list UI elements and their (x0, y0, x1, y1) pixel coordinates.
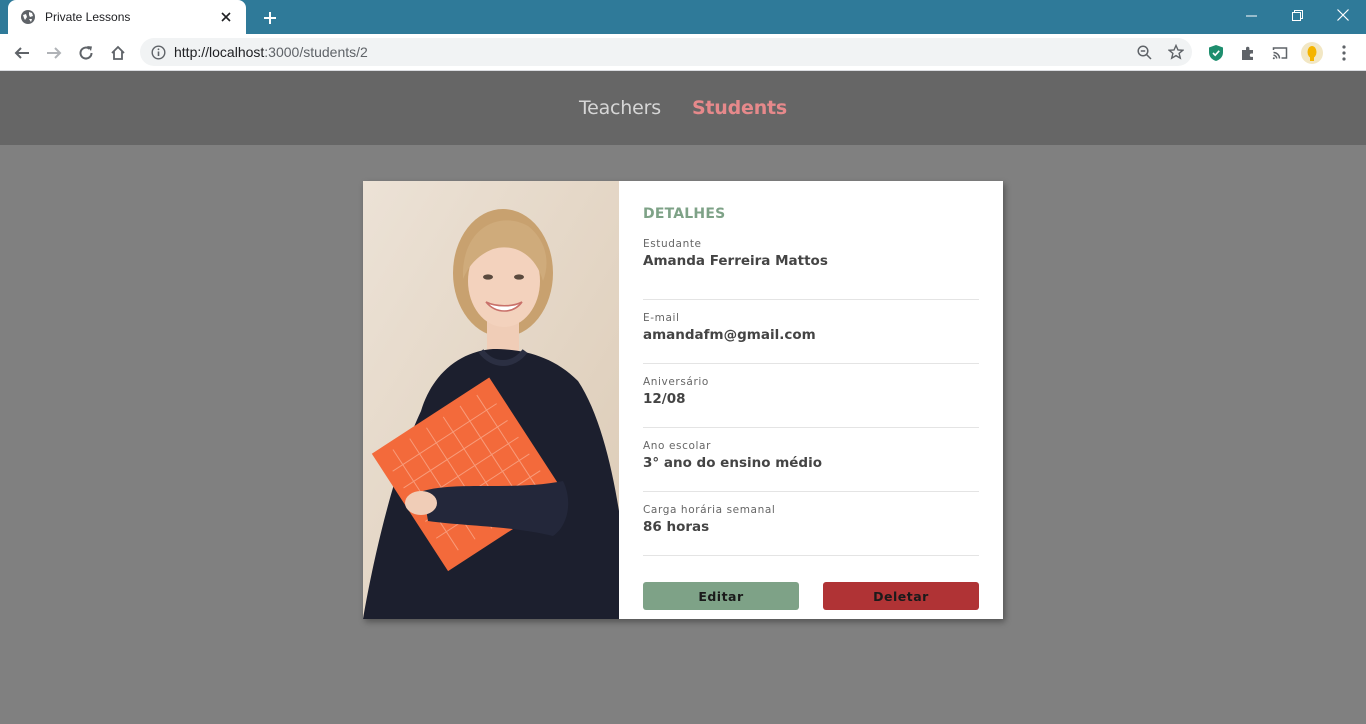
detail-label: Carga horária semanal (643, 504, 776, 516)
globe-icon (20, 9, 36, 25)
cast-icon[interactable] (1266, 39, 1294, 67)
detail-email: E-mail amandafm@gmail.com (643, 300, 979, 364)
zoom-icon[interactable] (1130, 38, 1158, 66)
detail-birthday: Aniversário 12/08 (643, 364, 979, 428)
home-icon[interactable] (104, 39, 132, 67)
detail-label: Estudante (643, 238, 702, 250)
detail-value: Amanda Ferreira Mattos (643, 253, 828, 269)
browser-menu-icon[interactable] (1330, 39, 1358, 67)
detail-school-year: Ano escolar 3° ano do ensino médio (643, 428, 979, 492)
shield-extension-icon[interactable] (1202, 39, 1230, 67)
extensions-puzzle-icon[interactable] (1234, 39, 1262, 67)
action-buttons: Editar Deletar (643, 582, 979, 610)
address-bar[interactable]: http://localhost:3000/students/2 (140, 38, 1192, 66)
tab-title: Private Lessons (45, 10, 131, 24)
edit-button[interactable]: Editar (643, 582, 799, 610)
new-tab-icon[interactable] (258, 6, 282, 30)
nav-students-link[interactable]: Students (692, 97, 787, 119)
profile-avatar-icon[interactable] (1298, 39, 1326, 67)
details-heading: DETALHES (643, 206, 726, 222)
browser-toolbar: http://localhost:3000/students/2 (0, 34, 1366, 71)
tab-strip: Private Lessons (0, 0, 1366, 34)
student-card: DETALHES Estudante Amanda Ferreira Matto… (363, 181, 1003, 619)
detail-value: amandafm@gmail.com (643, 327, 816, 343)
nav-teachers-link[interactable]: Teachers (579, 97, 661, 119)
reload-icon[interactable] (72, 39, 100, 67)
forward-icon[interactable] (40, 39, 68, 67)
detail-label: Aniversário (643, 376, 709, 388)
bookmark-star-icon[interactable] (1162, 38, 1190, 66)
student-photo (363, 181, 619, 619)
detail-value: 12/08 (643, 391, 686, 407)
detail-student: Estudante Amanda Ferreira Mattos (643, 236, 979, 300)
minimize-icon[interactable] (1228, 0, 1274, 30)
delete-button[interactable]: Deletar (823, 582, 979, 610)
restore-icon[interactable] (1274, 0, 1320, 30)
url-path: :3000/students/2 (264, 44, 368, 60)
detail-value: 3° ano do ensino médio (643, 455, 822, 471)
browser-tab[interactable]: Private Lessons (8, 0, 246, 34)
detail-label: E-mail (643, 312, 680, 324)
detail-weekly-hours: Carga horária semanal 86 horas (643, 492, 979, 556)
detail-value: 86 horas (643, 519, 710, 535)
close-tab-icon[interactable] (218, 9, 234, 25)
detail-label: Ano escolar (643, 440, 711, 452)
url-host: http://localhost (174, 44, 265, 60)
close-window-icon[interactable] (1320, 0, 1366, 30)
info-icon[interactable] (150, 44, 166, 60)
back-icon[interactable] (8, 39, 36, 67)
details-panel: DETALHES Estudante Amanda Ferreira Matto… (619, 181, 1003, 619)
url-text: http://localhost:3000/students/2 (174, 44, 368, 60)
site-header: Teachers Students (0, 71, 1366, 145)
